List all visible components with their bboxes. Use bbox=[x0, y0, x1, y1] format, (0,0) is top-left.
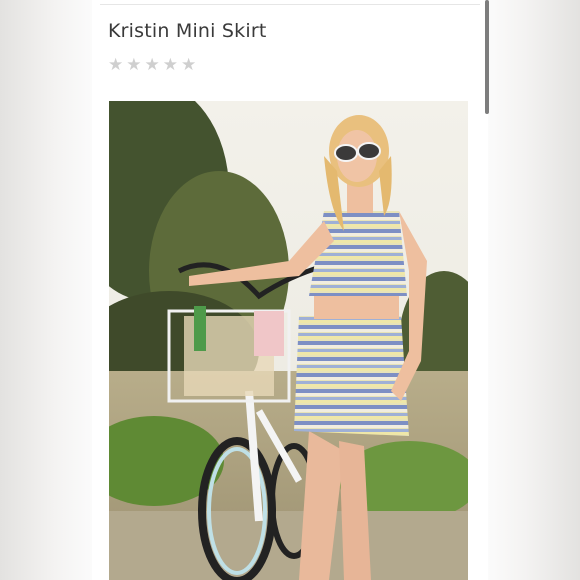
rating-stars[interactable]: ★ ★ ★ ★ ★ bbox=[108, 56, 196, 73]
star-icon[interactable]: ★ bbox=[108, 56, 123, 73]
path bbox=[109, 511, 468, 580]
product-title: Kristin Mini Skirt bbox=[108, 20, 267, 42]
star-icon[interactable]: ★ bbox=[163, 56, 178, 73]
photo-illustration bbox=[109, 101, 468, 580]
divider bbox=[100, 4, 480, 5]
scrollbar[interactable] bbox=[485, 0, 489, 114]
backdrop-left bbox=[0, 0, 92, 580]
product-photo[interactable] bbox=[109, 101, 468, 580]
star-icon[interactable]: ★ bbox=[126, 56, 141, 73]
backdrop-right bbox=[488, 0, 580, 580]
star-icon[interactable]: ★ bbox=[181, 56, 196, 73]
star-icon[interactable]: ★ bbox=[145, 56, 160, 73]
